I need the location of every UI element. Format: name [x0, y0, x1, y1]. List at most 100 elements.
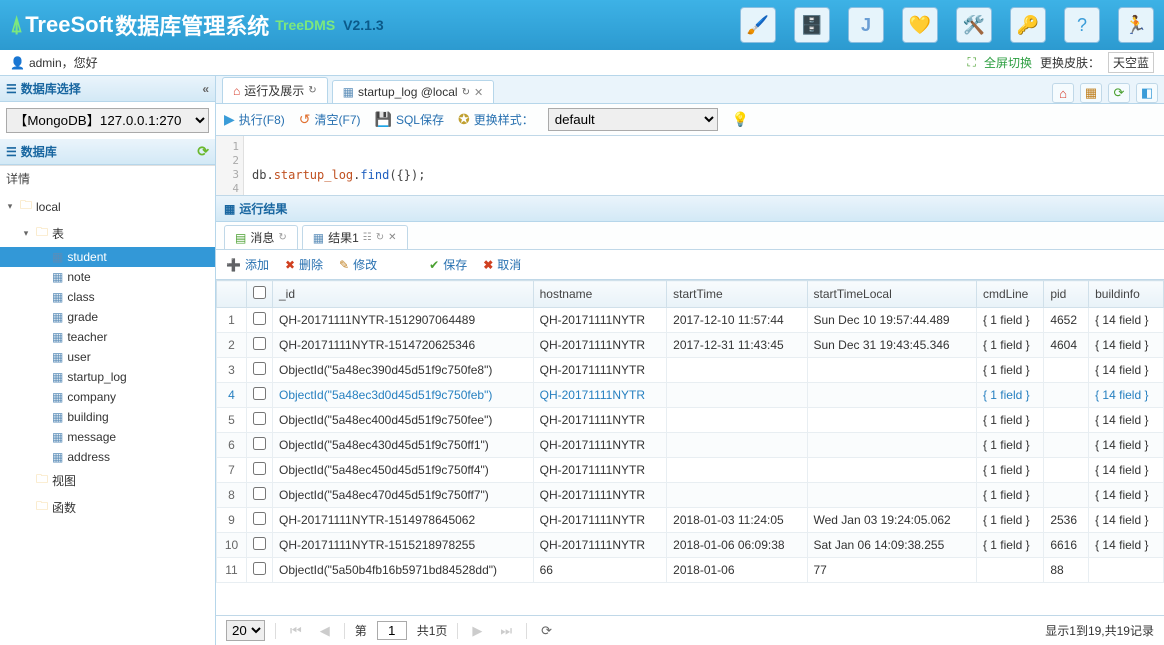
row-checkbox[interactable] — [253, 412, 266, 425]
tab-refresh-icon[interactable]: ↻ — [462, 87, 470, 98]
tree-node-class[interactable]: ▦class — [0, 287, 215, 307]
tree-node-address[interactable]: ▦address — [0, 447, 215, 467]
col-startTime[interactable]: startTime — [667, 281, 807, 308]
row-checkbox[interactable] — [253, 337, 266, 350]
key-icon[interactable]: 🔑 — [1010, 7, 1046, 43]
tree-node-teacher[interactable]: ▦teacher — [0, 327, 215, 347]
tab-table[interactable]: ▦ startup_log @local ↻ ✕ — [332, 80, 495, 103]
tabbar-refresh-icon[interactable]: ⟳ — [1108, 83, 1130, 103]
execute-button[interactable]: ▶ 执行(F8) — [224, 111, 285, 128]
table-row[interactable]: 4ObjectId("5a48ec3d0d45d51f9c750feb")QH-… — [217, 383, 1164, 408]
sql-editor: 1234 db.startup_log.find({}); — [216, 136, 1164, 196]
tree-node-user[interactable]: ▦user — [0, 347, 215, 367]
tree-node-note[interactable]: ▦note — [0, 267, 215, 287]
help-icon[interactable]: ? — [1064, 7, 1100, 43]
table-row[interactable]: 3ObjectId("5a48ec390d45d51f9c750fe8")QH-… — [217, 358, 1164, 383]
tree-node-views[interactable]: 🗀视图 — [0, 467, 215, 494]
table-row[interactable]: 11ObjectId("5a50b4fb16b5971bd84528dd")66… — [217, 558, 1164, 583]
style-select[interactable]: default — [548, 108, 718, 131]
row-checkbox[interactable] — [253, 312, 266, 325]
row-checkbox[interactable] — [253, 462, 266, 475]
delete-button[interactable]: ✖删除 — [285, 256, 323, 273]
refresh-icon[interactable]: ⟳ — [197, 143, 209, 160]
collapse-icon[interactable]: « — [202, 82, 209, 96]
tab-result1[interactable]: ▦ 结果1 ☷ ↻ ✕ — [302, 225, 408, 249]
line-gutter: 1234 — [216, 136, 244, 195]
j-icon[interactable]: J — [848, 7, 884, 43]
sql-save-button[interactable]: 💾 SQL保存 — [375, 111, 444, 128]
save-button[interactable]: ✔保存 — [429, 256, 467, 273]
add-button[interactable]: ➕添加 — [226, 256, 269, 273]
page-input[interactable] — [377, 621, 407, 640]
paint-icon[interactable]: 🖌️ — [740, 7, 776, 43]
row-checkbox[interactable] — [253, 537, 266, 550]
tab-messages[interactable]: ▤ 消息 ↻ — [224, 225, 298, 249]
table-icon: ▦ — [343, 85, 354, 99]
tabbar-window-icon[interactable]: ◧ — [1136, 83, 1158, 103]
skin-select[interactable]: 天空蓝 — [1108, 52, 1154, 73]
select-all-checkbox[interactable] — [253, 286, 266, 299]
row-checkbox[interactable] — [253, 512, 266, 525]
tree-node-student[interactable]: ▦student — [0, 247, 215, 267]
table-row[interactable]: 8ObjectId("5a48ec470d45d51f9c750ff7")QH-… — [217, 483, 1164, 508]
tab-refresh-icon[interactable]: ↻ — [308, 85, 316, 96]
table-row[interactable]: 5ObjectId("5a48ec400d45d51f9c750fee")QH-… — [217, 408, 1164, 433]
col-hostname[interactable]: hostname — [533, 281, 667, 308]
edit-button[interactable]: ✎修改 — [339, 256, 377, 273]
tabbar-home-icon[interactable]: ⌂ — [1052, 83, 1074, 103]
row-checkbox[interactable] — [253, 362, 266, 375]
table-row[interactable]: 7ObjectId("5a48ec450d45d51f9c750ff4")QH-… — [217, 458, 1164, 483]
db-icon[interactable]: 🗄️ — [794, 7, 830, 43]
table-row[interactable]: 1QH-20171111NYTR-1512907064489QH-2017111… — [217, 308, 1164, 333]
tab-refresh-icon[interactable]: ↻ — [376, 232, 384, 243]
cell: { 1 field } — [976, 458, 1043, 483]
user-icon[interactable]: 🏃 — [1118, 7, 1154, 43]
last-page-button[interactable]: ⏭ — [496, 623, 516, 639]
tree-node-grade[interactable]: ▦grade — [0, 307, 215, 327]
col-buildinfo[interactable]: buildinfo — [1089, 281, 1164, 308]
tools-icon[interactable]: 🛠️ — [956, 7, 992, 43]
reload-button[interactable]: ⟳ — [537, 623, 556, 639]
detail-label: 详情 — [0, 165, 215, 191]
tree-node-startup_log[interactable]: ▦startup_log — [0, 367, 215, 387]
tab-run[interactable]: ⌂ 运行及展示 ↻ — [222, 77, 328, 103]
col-_id[interactable]: _id — [273, 281, 534, 308]
table-row[interactable]: 6ObjectId("5a48ec430d45d51f9c750ff1")QH-… — [217, 433, 1164, 458]
next-page-button[interactable]: ▶ — [468, 623, 486, 639]
header-toolbar: 🖌️ 🗄️ J 💛 🛠️ 🔑 ? 🏃 — [740, 7, 1154, 43]
database-select[interactable]: 【MongoDB】127.0.0.1:270 — [6, 108, 209, 133]
tree-node-building[interactable]: ▦building — [0, 407, 215, 427]
clear-button[interactable]: ↺ 清空(F7) — [299, 111, 361, 128]
tree-node-local[interactable]: ▾🗀local — [0, 193, 215, 220]
tree-node-tables[interactable]: ▾🗀表 — [0, 220, 215, 247]
code-area[interactable]: db.startup_log.find({}); — [244, 136, 1164, 195]
col-pid[interactable]: pid — [1044, 281, 1089, 308]
sub-header: 👤 admin ，您好 ⛶ 全屏切换 更换皮肤： 天空蓝 — [0, 50, 1164, 76]
col-cmdLine[interactable]: cmdLine — [976, 281, 1043, 308]
play-icon: ▶ — [224, 111, 235, 128]
tab-run-label: 运行及展示 — [244, 82, 304, 99]
table-row[interactable]: 10QH-20171111NYTR-1515218978255QH-201711… — [217, 533, 1164, 558]
heart-icon[interactable]: 💛 — [902, 7, 938, 43]
tab-refresh-icon[interactable]: ↻ — [278, 232, 286, 243]
table-row[interactable]: 2QH-20171111NYTR-1514720625346QH-2017111… — [217, 333, 1164, 358]
tabbar-grid-icon[interactable]: ▦ — [1080, 83, 1102, 103]
fullscreen-toggle[interactable]: 全屏切换 — [984, 54, 1032, 71]
cancel-button[interactable]: ✖取消 — [483, 256, 521, 273]
row-checkbox[interactable] — [253, 487, 266, 500]
first-page-button[interactable]: ⏮ — [286, 623, 306, 639]
prev-page-button[interactable]: ◀ — [316, 623, 334, 639]
close-icon[interactable]: ✕ — [474, 86, 483, 99]
tree-node-functions[interactable]: 🗀函数 — [0, 494, 215, 521]
hint-icon[interactable]: 💡 — [732, 111, 749, 128]
tree-node-message[interactable]: ▦message — [0, 427, 215, 447]
close-icon[interactable]: ✕ — [388, 232, 396, 243]
row-checkbox[interactable] — [253, 387, 266, 400]
col-startTimeLocal[interactable]: startTimeLocal — [807, 281, 976, 308]
cell: { 14 field } — [1089, 533, 1164, 558]
row-checkbox[interactable] — [253, 562, 266, 575]
table-row[interactable]: 9QH-20171111NYTR-1514978645062QH-2017111… — [217, 508, 1164, 533]
tree-node-company[interactable]: ▦company — [0, 387, 215, 407]
row-checkbox[interactable] — [253, 437, 266, 450]
page-size-select[interactable]: 20 — [226, 620, 265, 641]
